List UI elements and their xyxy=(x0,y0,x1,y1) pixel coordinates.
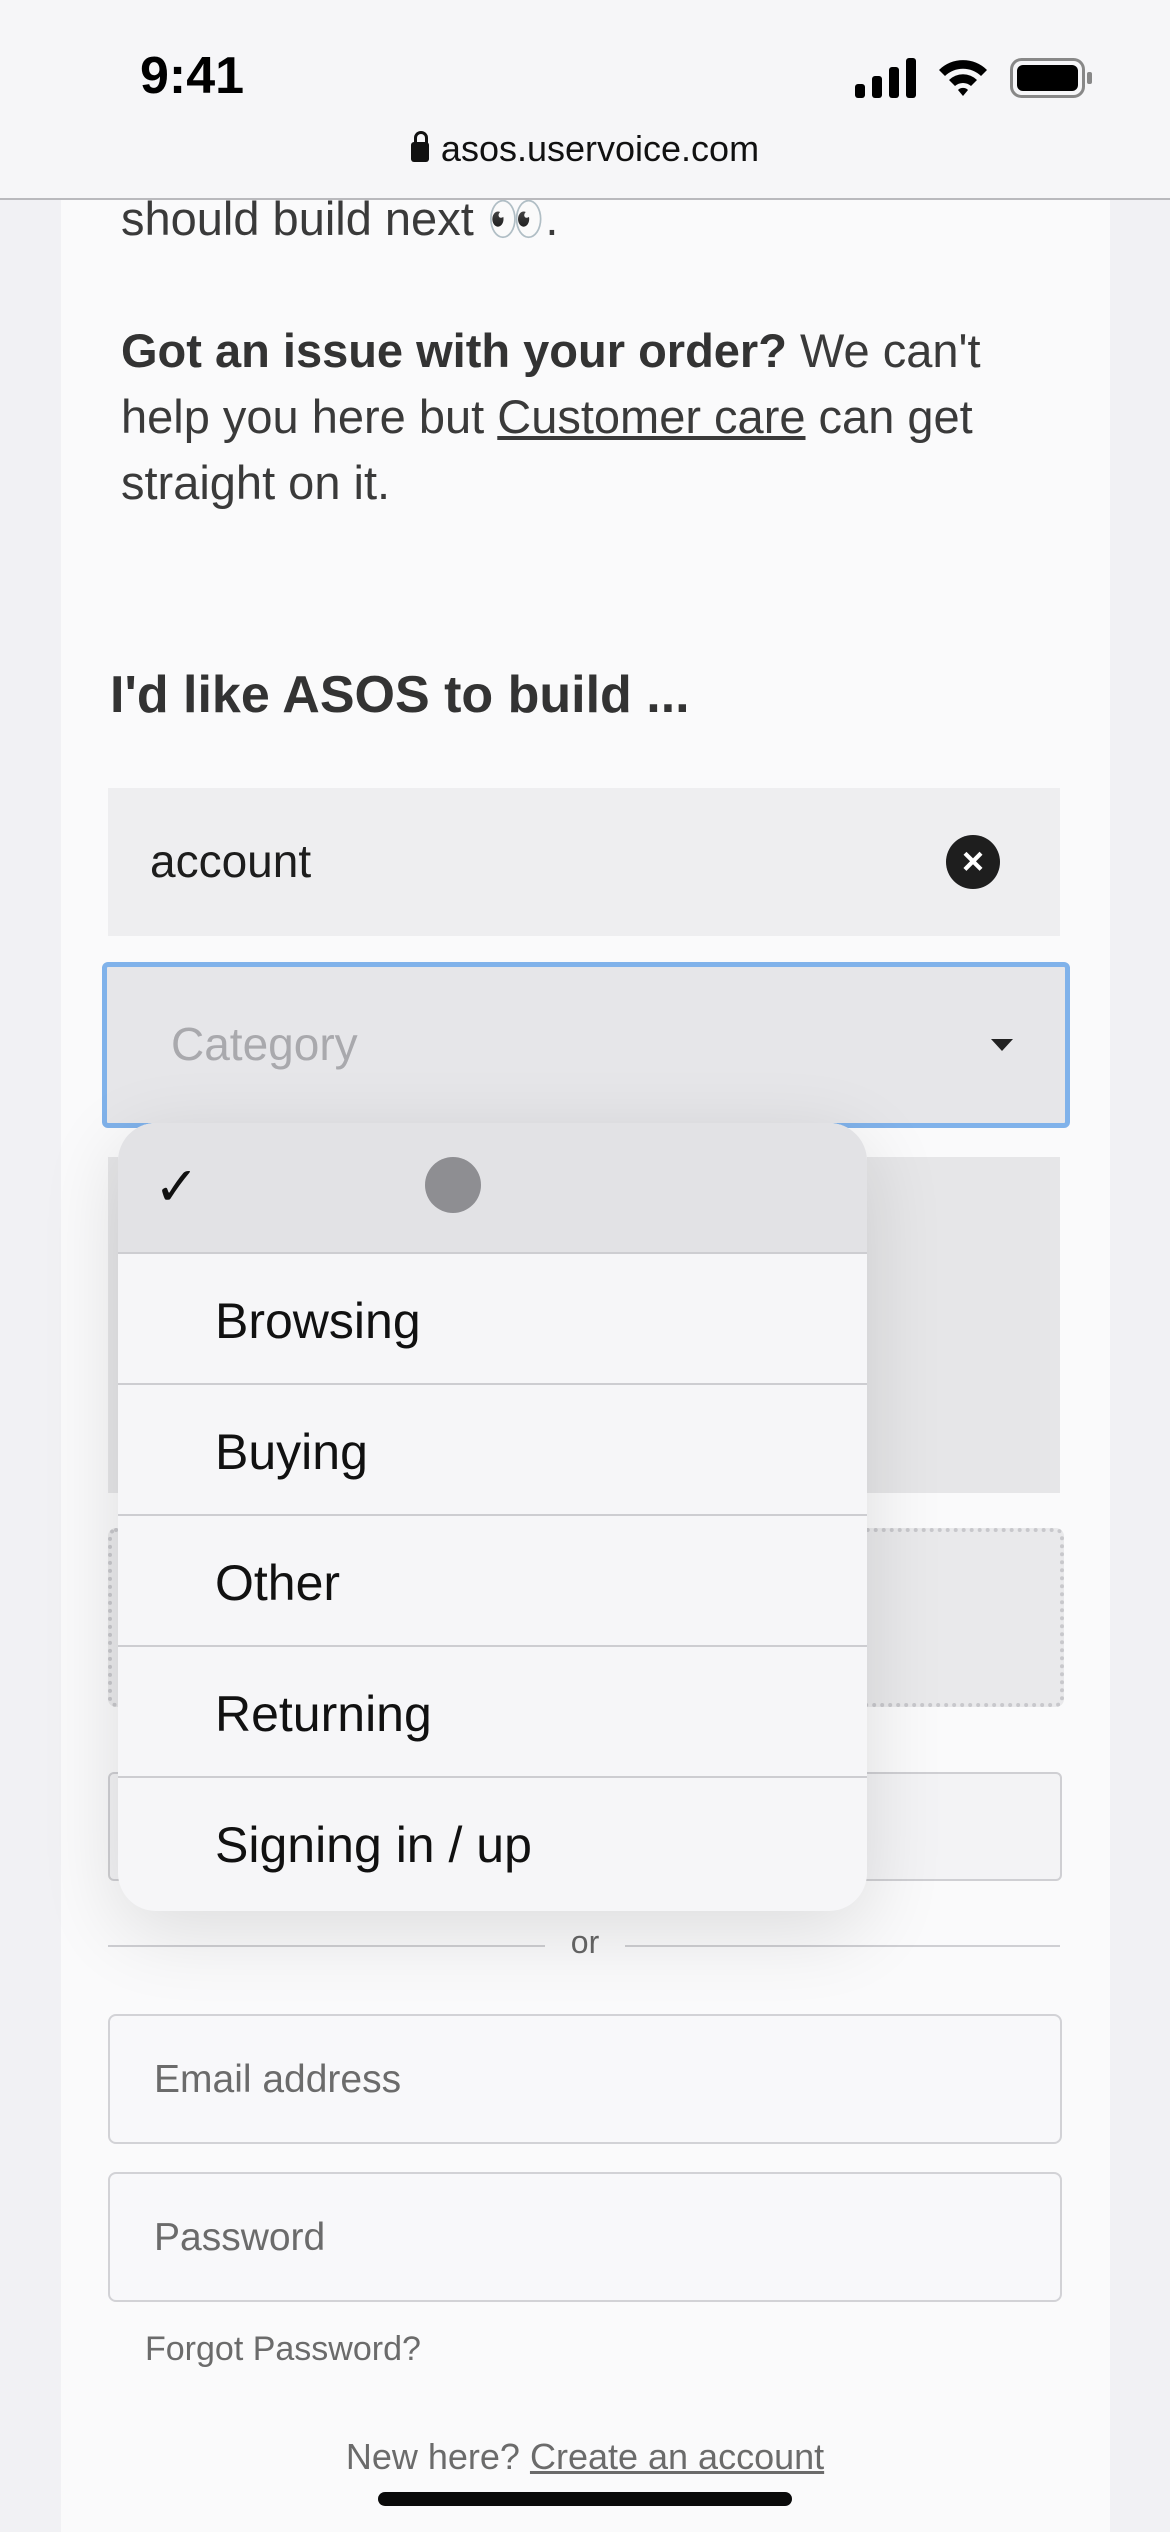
create-account-link[interactable]: Create an account xyxy=(530,2436,824,2477)
idea-title-value: account xyxy=(150,835,312,887)
forgot-password-link[interactable]: Forgot Password? xyxy=(145,2330,421,2369)
dropdown-option[interactable]: Buying xyxy=(118,1383,867,1516)
new-here-text: New here? xyxy=(345,2436,530,2477)
option-label: Other xyxy=(215,1555,341,1611)
home-indicator xyxy=(378,2492,792,2506)
category-select[interactable]: Category xyxy=(102,962,1070,1128)
dropdown-option[interactable]: Signing in / up xyxy=(118,1776,867,1909)
signup-prompt: New here? Create an account xyxy=(0,2436,1170,2478)
category-dropdown-menu: ✓ Browsing Buying Other Returning Signin… xyxy=(118,1123,867,1911)
option-label: Returning xyxy=(215,1686,432,1742)
chevron-down-icon xyxy=(991,1039,1013,1051)
password-placeholder: Password xyxy=(154,2216,326,2259)
clear-input-icon[interactable]: × xyxy=(946,835,1000,889)
dropdown-option[interactable]: Browsing xyxy=(118,1252,867,1385)
order-issue-text: Got an issue with your order? We can't h… xyxy=(121,318,1061,516)
customer-care-link[interactable]: Customer care xyxy=(497,390,805,443)
or-label: or xyxy=(570,1924,600,1960)
cellular-signal-icon xyxy=(855,58,916,98)
dropdown-option[interactable]: Other xyxy=(118,1514,867,1647)
status-bar: 9:41 asos.uservoice.com xyxy=(0,0,1170,200)
category-placeholder: Category xyxy=(171,1018,358,1070)
option-label: Browsing xyxy=(215,1293,421,1349)
form-heading: I'd like ASOS to build ... xyxy=(110,666,690,724)
checkmark-icon: ✓ xyxy=(154,1157,200,1217)
password-field[interactable]: Password xyxy=(108,2172,1062,2302)
status-time: 9:41 xyxy=(140,47,245,105)
order-issue-bold: Got an issue with your order? xyxy=(121,324,787,377)
battery-icon xyxy=(1010,58,1092,98)
divider xyxy=(625,1945,1060,1947)
lock-icon xyxy=(410,131,429,162)
divider xyxy=(108,1945,545,1947)
dropdown-option[interactable]: Returning xyxy=(118,1645,867,1778)
address-bar[interactable]: asos.uservoice.com xyxy=(0,128,1170,170)
wifi-icon xyxy=(939,60,987,96)
option-label: Signing in / up xyxy=(215,1817,532,1873)
touch-indicator xyxy=(425,1157,481,1213)
idea-title-input[interactable]: account xyxy=(108,788,1060,936)
email-field[interactable]: Email address xyxy=(108,2014,1062,2144)
option-label: Buying xyxy=(215,1424,368,1480)
dropdown-option-empty[interactable]: ✓ xyxy=(118,1123,867,1252)
email-placeholder: Email address xyxy=(154,2058,402,2101)
url-text: asos.uservoice.com xyxy=(440,128,760,169)
